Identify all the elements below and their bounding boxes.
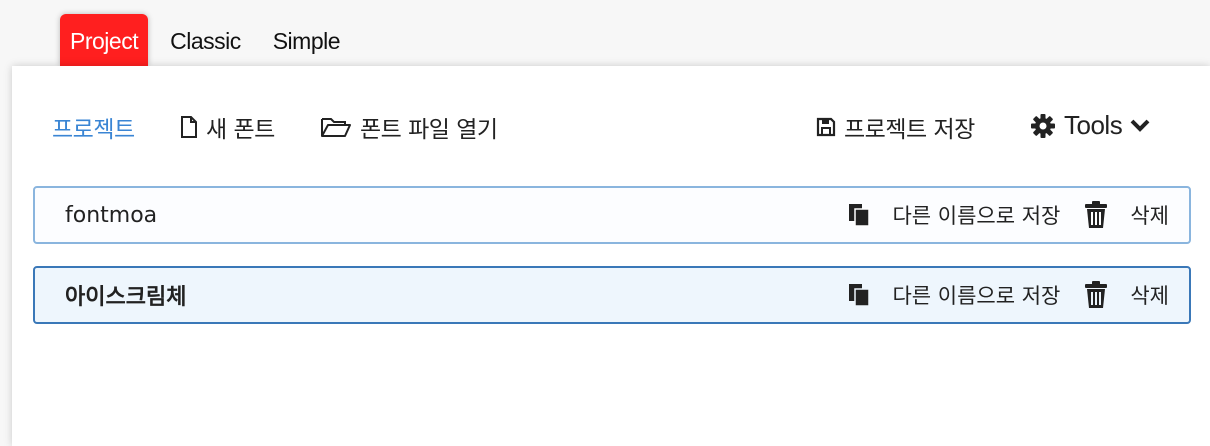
file-icon bbox=[180, 116, 198, 138]
mode-tabs: Project Classic Simple bbox=[60, 14, 362, 66]
toolbar: 프로젝트 새 폰트 폰트 파일 열기 프로젝트 저장 Tools bbox=[12, 66, 1210, 186]
tools-label: Tools bbox=[1064, 110, 1123, 140]
new-font-label: 새 폰트 bbox=[206, 117, 275, 143]
new-font-button[interactable]: 새 폰트 bbox=[180, 110, 275, 144]
save-project-button[interactable]: 프로젝트 저장 bbox=[816, 110, 975, 144]
save-as-button[interactable]: 다른 이름으로 저장 bbox=[848, 200, 1060, 230]
delete-button[interactable]: 삭제 bbox=[1084, 200, 1169, 230]
save-project-label: 프로젝트 저장 bbox=[844, 117, 975, 143]
delete-button[interactable]: 삭제 bbox=[1084, 280, 1169, 310]
project-name: 아이스크림체 bbox=[65, 285, 187, 310]
delete-label: 삭제 bbox=[1130, 284, 1169, 308]
copy-icon bbox=[848, 283, 871, 307]
trash-icon bbox=[1084, 201, 1108, 229]
row-actions: 다른 이름으로 저장 삭제 bbox=[848, 280, 1169, 310]
save-as-label: 다른 이름으로 저장 bbox=[892, 204, 1061, 228]
project-panel: 프로젝트 새 폰트 폰트 파일 열기 프로젝트 저장 Tools fontmoa… bbox=[12, 66, 1210, 446]
tab-simple[interactable]: Simple bbox=[263, 14, 350, 66]
trash-icon bbox=[1084, 281, 1108, 309]
open-font-label: 폰트 파일 열기 bbox=[360, 117, 498, 143]
tab-classic[interactable]: Classic bbox=[160, 14, 251, 66]
folder-open-icon bbox=[320, 116, 352, 138]
project-row-selected[interactable]: 아이스크림체 다른 이름으로 저장 삭제 bbox=[33, 266, 1191, 324]
save-icon bbox=[816, 117, 836, 137]
gear-icon bbox=[1030, 113, 1056, 139]
save-as-label: 다른 이름으로 저장 bbox=[892, 284, 1061, 308]
project-menu-label[interactable]: 프로젝트 bbox=[52, 110, 135, 144]
delete-label: 삭제 bbox=[1130, 204, 1169, 228]
chevron-down-icon bbox=[1130, 119, 1150, 133]
project-row[interactable]: fontmoa 다른 이름으로 저장 삭제 bbox=[33, 186, 1191, 244]
save-as-button[interactable]: 다른 이름으로 저장 bbox=[848, 280, 1060, 310]
open-font-button[interactable]: 폰트 파일 열기 bbox=[320, 110, 498, 144]
tab-project[interactable]: Project bbox=[60, 14, 149, 66]
copy-icon bbox=[848, 203, 871, 227]
project-name: fontmoa bbox=[65, 202, 158, 228]
tools-dropdown[interactable]: Tools bbox=[1030, 110, 1150, 141]
row-actions: 다른 이름으로 저장 삭제 bbox=[848, 200, 1169, 230]
